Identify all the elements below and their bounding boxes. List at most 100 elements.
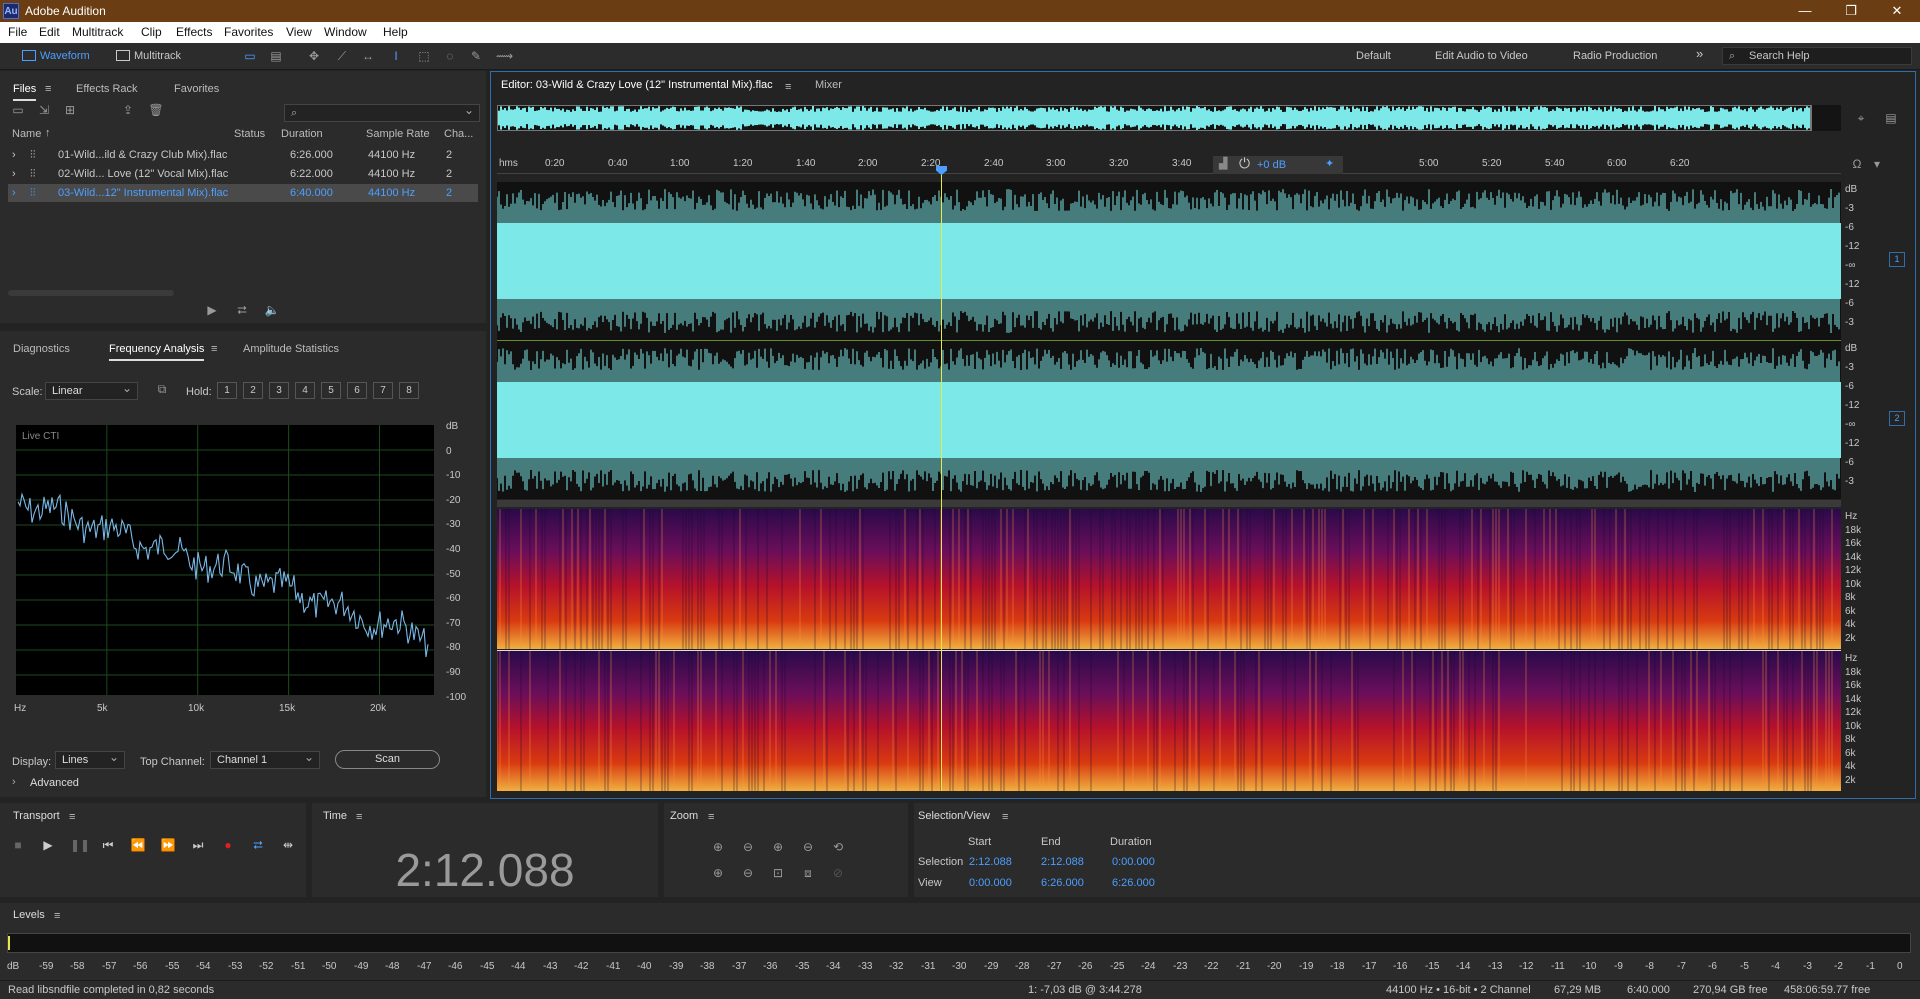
- skip-selection-icon[interactable]: ⇹: [280, 837, 296, 853]
- transport-menu-icon[interactable]: ≡: [69, 811, 75, 823]
- selection-duration[interactable]: 0:00.000: [1112, 856, 1155, 868]
- files-search-input[interactable]: ⌕: [284, 102, 480, 122]
- menu-window[interactable]: Window: [324, 25, 367, 39]
- analysis-panel-menu-icon[interactable]: ≡: [211, 343, 217, 355]
- gain-knob-icon[interactable]: ⏻: [1239, 155, 1250, 172]
- files-panel-menu-icon[interactable]: ≡: [45, 83, 51, 95]
- spectrogram-channel-2[interactable]: [497, 651, 1841, 791]
- tab-amplitude-statistics[interactable]: Amplitude Statistics: [243, 337, 339, 361]
- column-name[interactable]: Name: [12, 128, 41, 140]
- scan-button[interactable]: Scan: [335, 750, 440, 769]
- hold-button-5[interactable]: 5: [321, 382, 341, 399]
- loop-preview-icon[interactable]: ⮂: [234, 302, 250, 318]
- stop-icon[interactable]: ■: [10, 837, 26, 853]
- spectral-pitch-display-icon[interactable]: ▤: [268, 48, 284, 64]
- editor-menu-icon[interactable]: ≡: [785, 81, 791, 93]
- hold-button-7[interactable]: 7: [373, 382, 393, 399]
- file-row[interactable]: › ⫶⫶ 03-Wild...12" Instrumental Mix).flac 6…: [8, 184, 478, 202]
- file-row[interactable]: › ⫶⫶ 02-Wild... Love (12" Vocal Mix).flac 6…: [8, 165, 478, 183]
- hold-button-3[interactable]: 3: [269, 382, 289, 399]
- current-time-display[interactable]: 2:12.088: [312, 843, 658, 897]
- menu-effects[interactable]: Effects: [176, 25, 212, 39]
- autoplay-icon[interactable]: 🔈: [264, 302, 280, 318]
- brush-selection-tool-icon[interactable]: ✎: [468, 48, 484, 64]
- waveform-channel-2[interactable]: [497, 341, 1841, 499]
- menu-file[interactable]: File: [8, 25, 27, 39]
- zoom-full-icon[interactable]: ⧈: [800, 865, 816, 881]
- insert-into-multitrack-icon[interactable]: ⇪: [120, 102, 136, 118]
- overview-toggle-icon[interactable]: ▤: [1883, 110, 1899, 126]
- marquee-selection-tool-icon[interactable]: ⬚: [416, 48, 432, 64]
- close-file-icon[interactable]: 🗑: [148, 102, 164, 118]
- menu-clip[interactable]: Clip: [141, 25, 162, 39]
- menu-multitrack[interactable]: Multitrack: [72, 25, 123, 39]
- menu-view[interactable]: View: [286, 25, 312, 39]
- column-duration[interactable]: Duration: [281, 128, 323, 140]
- move-tool-icon[interactable]: ✥: [306, 48, 322, 64]
- zoom-navigator-icon[interactable]: ⌖: [1853, 110, 1869, 126]
- workspace-edit-audio-to-video[interactable]: Edit Audio to Video: [1435, 50, 1528, 62]
- tab-mixer[interactable]: Mixer: [815, 79, 842, 91]
- hold-button-2[interactable]: 2: [243, 382, 263, 399]
- multitrack-view-button[interactable]: Multitrack: [112, 47, 187, 65]
- hold-button-8[interactable]: 8: [399, 382, 419, 399]
- import-file-icon[interactable]: ⇲: [36, 102, 52, 118]
- tab-diagnostics[interactable]: Diagnostics: [13, 337, 70, 361]
- display-select[interactable]: Lines: [55, 749, 125, 769]
- slip-tool-icon[interactable]: ↔: [360, 48, 376, 64]
- view-start[interactable]: 0:00.000: [969, 877, 1012, 889]
- tab-favorites[interactable]: Favorites: [174, 77, 219, 101]
- advanced-chevron-icon[interactable]: ›: [12, 776, 16, 788]
- time-selection-tool-icon[interactable]: I: [388, 48, 404, 64]
- menu-help[interactable]: Help: [383, 25, 408, 39]
- spectral-divider-handle[interactable]: [497, 500, 1841, 507]
- hold-button-4[interactable]: 4: [295, 382, 315, 399]
- view-duration[interactable]: 6:26.000: [1112, 877, 1155, 889]
- copy-to-clipboard-icon[interactable]: ⧉: [154, 381, 170, 397]
- zoom-out-full-icon[interactable]: ⟲: [830, 839, 846, 855]
- playhead[interactable]: [936, 166, 947, 791]
- open-file-icon[interactable]: ▭: [10, 102, 26, 118]
- lasso-selection-tool-icon[interactable]: ◌: [442, 48, 458, 64]
- new-file-icon[interactable]: ⊞: [62, 102, 78, 118]
- marker-icon[interactable]: ▾: [1869, 156, 1885, 172]
- file-row[interactable]: › ⫶⫶ 01-Wild...ild & Crazy Club Mix).flac 6…: [8, 146, 478, 164]
- scale-select[interactable]: Linear: [45, 380, 138, 400]
- selection-view-menu-icon[interactable]: ≡: [1002, 811, 1008, 823]
- headphones-icon[interactable]: Ω: [1849, 156, 1865, 172]
- time-ruler[interactable]: hms 0:20 0:40 1:00 1:20 1:40 2:00 2:20 2:40 3:00 3…: [497, 156, 1841, 174]
- pause-icon[interactable]: ❚❚: [70, 837, 90, 853]
- razor-tool-icon[interactable]: ⟋: [334, 48, 350, 64]
- record-icon[interactable]: ●: [220, 837, 236, 853]
- workspace-default[interactable]: Default: [1356, 50, 1391, 62]
- zoom-disabled-icon[interactable]: ⊘: [830, 865, 846, 881]
- loop-playback-icon[interactable]: ⮂: [250, 837, 266, 853]
- close-button[interactable]: ✕: [1874, 0, 1920, 22]
- rewind-icon[interactable]: ⏪: [130, 837, 146, 853]
- column-status[interactable]: Status: [234, 128, 265, 140]
- top-channel-select[interactable]: Channel 1: [210, 749, 320, 769]
- pin-hud-icon[interactable]: ✦: [1325, 157, 1334, 170]
- tab-files[interactable]: Files: [13, 77, 37, 101]
- waveform-view-button[interactable]: Waveform: [18, 47, 96, 65]
- menu-favorites[interactable]: Favorites: [224, 25, 273, 39]
- zoom-out-time-icon[interactable]: ⊖: [800, 839, 816, 855]
- zoom-menu-icon[interactable]: ≡: [708, 811, 714, 823]
- zoom-to-selection-icon[interactable]: ⊡: [770, 865, 786, 881]
- spot-healing-brush-icon[interactable]: ⟿: [496, 48, 513, 64]
- maximize-button[interactable]: ❐: [1828, 0, 1874, 22]
- zoom-in-right-icon[interactable]: ⊖: [740, 865, 756, 881]
- spectral-frequency-display-icon[interactable]: ▭: [242, 48, 258, 64]
- waveform-channel-1[interactable]: [497, 182, 1841, 340]
- workspace-radio-production[interactable]: Radio Production: [1573, 50, 1657, 62]
- zoom-in-time-icon[interactable]: ⊕: [770, 839, 786, 855]
- spectrogram-channel-1[interactable]: [497, 509, 1841, 649]
- zoom-out-amplitude-icon[interactable]: ⊖: [740, 839, 756, 855]
- play-preview-icon[interactable]: ▶: [204, 302, 220, 318]
- column-sample-rate[interactable]: Sample Rate: [366, 128, 430, 140]
- more-workspaces-icon[interactable]: »: [1696, 46, 1703, 61]
- time-menu-icon[interactable]: ≡: [356, 811, 362, 823]
- zoom-in-left-icon[interactable]: ⊕: [710, 865, 726, 881]
- channel-2-enable-badge[interactable]: 2: [1889, 411, 1905, 426]
- minimize-button[interactable]: —: [1782, 0, 1828, 22]
